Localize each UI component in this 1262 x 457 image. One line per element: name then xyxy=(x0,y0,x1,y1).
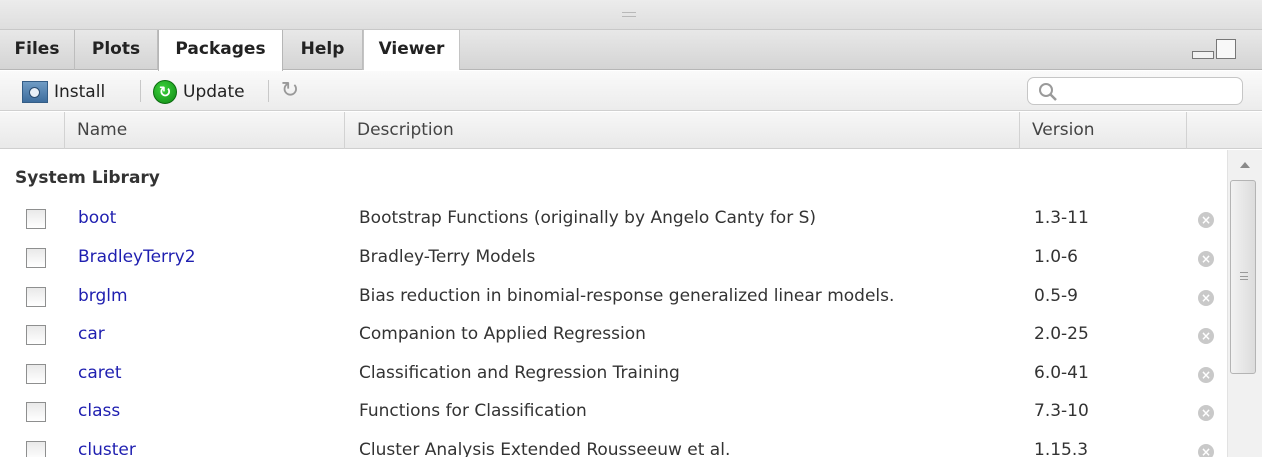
pane-tabbar: Files Plots Packages Help Viewer xyxy=(0,30,1262,71)
package-description: Classification and Regression Training xyxy=(359,363,680,383)
column-divider xyxy=(1186,112,1187,149)
remove-circle-icon[interactable]: × xyxy=(1198,367,1214,383)
package-name-link[interactable]: boot xyxy=(78,208,116,228)
remove-circle-icon[interactable]: × xyxy=(1198,328,1214,344)
packages-toolbar: Install ↻ Update ↻ xyxy=(0,71,1262,111)
vertical-scrollbar[interactable] xyxy=(1227,150,1262,457)
tab-files[interactable]: Files xyxy=(0,30,75,70)
column-header-name[interactable]: Name xyxy=(64,112,344,149)
remove-circle-icon[interactable]: × xyxy=(1198,405,1214,421)
update-button[interactable]: ↻ Update xyxy=(153,79,245,105)
package-row: caret Classification and Regression Trai… xyxy=(0,357,1225,390)
package-name-link[interactable]: BradleyTerry2 xyxy=(78,247,196,267)
package-row: brglm Bias reduction in binomial-respons… xyxy=(0,280,1225,313)
scroll-up-arrow-icon[interactable] xyxy=(1240,162,1250,168)
package-load-checkbox[interactable] xyxy=(26,325,46,345)
tab-packages[interactable]: Packages xyxy=(158,30,283,71)
package-name-link[interactable]: cluster xyxy=(78,440,136,457)
package-load-checkbox[interactable] xyxy=(26,287,46,307)
tab-viewer[interactable]: Viewer xyxy=(363,30,460,70)
window-controls xyxy=(1192,39,1242,61)
package-load-checkbox[interactable] xyxy=(26,441,46,457)
remove-circle-icon[interactable]: × xyxy=(1198,212,1214,228)
remove-circle-icon[interactable]: × xyxy=(1198,290,1214,306)
refresh-icon[interactable]: ↻ xyxy=(278,79,302,103)
scrollbar-thumb[interactable] xyxy=(1230,180,1256,374)
install-label: Install xyxy=(54,82,106,102)
package-description: Bradley-Terry Models xyxy=(359,247,536,267)
package-version: 1.3-11 xyxy=(1034,208,1089,228)
package-row: cluster Cluster Analysis Extended Rousse… xyxy=(0,434,1225,457)
install-button[interactable]: Install xyxy=(22,79,105,105)
package-load-checkbox[interactable] xyxy=(26,248,46,268)
pane-splitter[interactable] xyxy=(0,0,1262,30)
package-load-checkbox[interactable] xyxy=(26,209,46,229)
package-list: System Library boot Bootstrap Functions … xyxy=(0,150,1262,457)
package-version: 6.0-41 xyxy=(1034,363,1089,383)
remove-circle-icon[interactable]: × xyxy=(1198,444,1214,457)
package-version: 7.3-10 xyxy=(1034,401,1089,421)
splitter-grip-icon[interactable] xyxy=(622,12,636,17)
package-name-link[interactable]: brglm xyxy=(78,286,128,306)
package-description: Bias reduction in binomial-response gene… xyxy=(359,286,895,306)
package-description: Bootstrap Functions (originally by Angel… xyxy=(359,208,817,228)
package-name-link[interactable]: class xyxy=(78,401,120,421)
package-description: Functions for Classification xyxy=(359,401,587,421)
section-heading-system-library: System Library xyxy=(15,168,160,188)
toolbar-divider xyxy=(268,80,269,102)
column-header-version[interactable]: Version xyxy=(1019,112,1186,149)
remove-circle-icon[interactable]: × xyxy=(1198,251,1214,267)
package-version: 1.15.3 xyxy=(1034,440,1089,457)
update-label: Update xyxy=(183,82,245,102)
search-input[interactable] xyxy=(1062,81,1232,101)
package-version: 2.0-25 xyxy=(1034,324,1089,344)
package-row: boot Bootstrap Functions (originally by … xyxy=(0,202,1225,235)
minimize-icon[interactable] xyxy=(1192,51,1214,59)
package-name-link[interactable]: car xyxy=(78,324,105,344)
tab-help[interactable]: Help xyxy=(283,30,363,70)
search-icon xyxy=(1039,83,1057,101)
package-load-checkbox[interactable] xyxy=(26,364,46,384)
tab-plots[interactable]: Plots xyxy=(75,30,158,70)
install-package-icon xyxy=(22,81,48,103)
package-version: 0.5-9 xyxy=(1034,286,1078,306)
package-load-checkbox[interactable] xyxy=(26,402,46,422)
scrollbar-grip-icon xyxy=(1240,272,1248,280)
column-header-description[interactable]: Description xyxy=(344,112,1019,149)
update-icon: ↻ xyxy=(153,80,177,104)
maximize-icon[interactable] xyxy=(1216,39,1236,59)
package-search-box[interactable] xyxy=(1027,77,1243,105)
package-version: 1.0-6 xyxy=(1034,247,1078,267)
package-row: class Functions for Classification 7.3-1… xyxy=(0,395,1225,428)
package-row: car Companion to Applied Regression 2.0-… xyxy=(0,318,1225,351)
package-description: Companion to Applied Regression xyxy=(359,324,646,344)
package-row: BradleyTerry2 Bradley-Terry Models 1.0-6… xyxy=(0,241,1225,274)
table-header: Name Description Version xyxy=(0,112,1262,149)
toolbar-divider xyxy=(140,80,141,102)
package-description: Cluster Analysis Extended Rousseeuw et a… xyxy=(359,440,731,457)
package-name-link[interactable]: caret xyxy=(78,363,122,383)
